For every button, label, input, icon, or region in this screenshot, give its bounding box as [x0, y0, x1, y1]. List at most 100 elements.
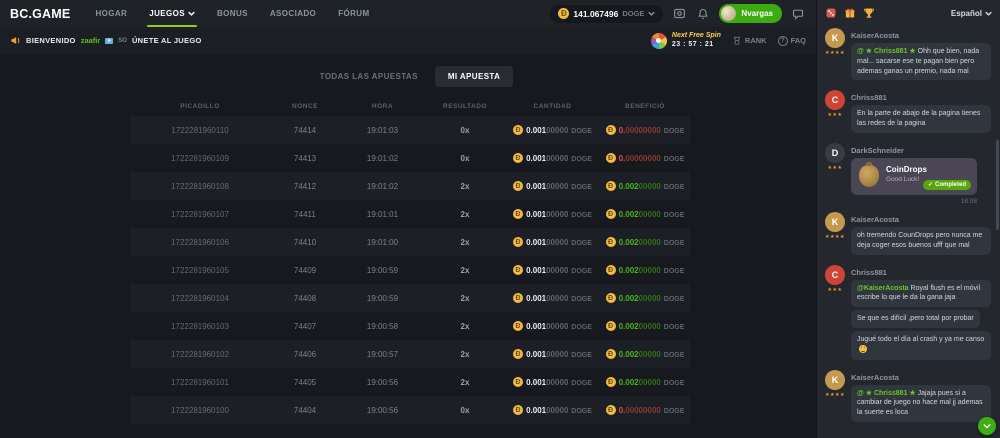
avatar[interactable]: K [825, 28, 845, 48]
avatar[interactable]: C [825, 265, 845, 285]
doge-coin-icon [513, 349, 523, 359]
avatar[interactable]: D [825, 143, 845, 163]
bet-nonce: 74404 [270, 406, 340, 415]
balance-selector[interactable]: 141.067496 DOGE [550, 5, 663, 23]
table-row[interactable]: 1722281960103 74407 19:00:58 2x 0.001000… [130, 312, 690, 340]
gift-button[interactable] [844, 7, 856, 19]
bet-hash: 1722281960106 [130, 238, 270, 247]
bet-result: 2x [425, 238, 505, 247]
dice-button[interactable] [825, 7, 837, 19]
bet-result: 2x [425, 182, 505, 191]
doge-coin-icon [513, 265, 523, 275]
avatar-column: C ★★★ [825, 90, 845, 136]
nav-item-label: ASOCIADO [270, 9, 316, 18]
table-row[interactable]: 1722281960102 74406 19:00:57 2x 0.001000… [130, 340, 690, 368]
doge-coin-icon [513, 293, 523, 303]
bet-result: 0x [425, 154, 505, 163]
bet-amount: 0.00100000 DOGE [505, 349, 600, 359]
mention[interactable]: @ ★ Chriss881 ★ [857, 48, 918, 55]
table-row[interactable]: 1722281960101 74405 19:00:56 2x 0.001000… [130, 368, 690, 396]
table-row[interactable]: 1722281960104 74408 19:00:59 2x 0.001000… [130, 284, 690, 312]
tab-label: TODAS LAS APUESTAS [320, 72, 418, 81]
table-row[interactable]: 1722281960105 74409 19:00:59 2x 0.001000… [130, 256, 690, 284]
nav-item-asociado[interactable]: ASOCIADO [259, 0, 327, 27]
table-row[interactable]: 1722281960106 74410 19:01:00 2x 0.001000… [130, 228, 690, 256]
mention[interactable]: @ ★ Chriss881 ★ [857, 390, 918, 397]
scroll-to-bottom-button[interactable] [978, 417, 996, 435]
bet-amount: 0.00100000 DOGE [505, 265, 600, 275]
user-stars: ★★★★ [825, 392, 845, 398]
message-timestamp: 18:08 [851, 198, 977, 205]
doge-coin-icon [513, 125, 523, 135]
chat-username[interactable]: Chriss881 [851, 268, 992, 277]
faq-button[interactable]: FAQ [778, 36, 806, 46]
logo[interactable]: BC.GAME [10, 7, 70, 21]
chat-bubble: En la parte de abajo de la pagina tienes… [851, 105, 991, 133]
bet-nonce: 74414 [270, 126, 340, 135]
avatar-column: K ★★★★ [825, 212, 845, 258]
bet-benefit: 0.00000000 DOGE [600, 125, 690, 135]
table-row[interactable]: 1722281960100 74404 19:00:56 0x 0.001000… [130, 396, 690, 424]
bet-time: 19:00:58 [340, 322, 425, 331]
chat-scrollbar[interactable] [996, 140, 999, 230]
table-row[interactable]: 1722281960108 74412 19:01:02 2x 0.001000… [130, 172, 690, 200]
bet-benefit: 0.00200000 DOGE [600, 209, 690, 219]
nav-item-bonus[interactable]: BONUS [206, 0, 259, 27]
tab-label: MI APUESTA [448, 72, 500, 81]
doge-coin-icon [513, 209, 523, 219]
bet-result: 0x [425, 406, 505, 415]
coindrops-subtitle: Good Luck! [886, 176, 927, 183]
notifications-button[interactable] [695, 6, 711, 22]
chat-username[interactable]: DarkSchneider [851, 146, 992, 155]
welcome-message[interactable]: BIENVENIDO zaafir SO ÚNETE AL JUEGO [10, 35, 202, 46]
column-header: NONCE [270, 103, 340, 110]
nav-item-juegos[interactable]: JUEGOS [138, 0, 206, 27]
welcomed-username: zaafir [81, 36, 101, 45]
bet-benefit: 0.00200000 DOGE [600, 237, 690, 247]
tab-mi-apuesta[interactable]: MI APUESTA [435, 66, 513, 87]
bet-result: 2x [425, 294, 505, 303]
user-menu-button[interactable]: Nvargas [719, 4, 782, 23]
table-row[interactable]: 1722281960109 74413 19:01:02 0x 0.001000… [130, 144, 690, 172]
chat-username[interactable]: KaiserAcosta [851, 373, 992, 382]
coindrops-info: CoinDrops Good Luck! [886, 165, 927, 183]
chat-toggle-button[interactable] [790, 6, 806, 22]
coindrops-title: CoinDrops [886, 165, 927, 174]
mention[interactable]: @KaiserAcosta [857, 285, 911, 292]
bet-hash: 1722281960101 [130, 378, 270, 387]
gift-icon [844, 7, 856, 19]
rank-button[interactable]: RANK [732, 36, 767, 46]
bet-nonce: 74413 [270, 154, 340, 163]
language-selector[interactable]: Español [951, 9, 992, 18]
avatar[interactable]: K [825, 370, 845, 390]
chat-username[interactable]: Chriss881 [851, 93, 992, 102]
vault-button[interactable] [671, 6, 687, 22]
chat-bubble: @ ★ Chriss881 ★ Jajaja pues si a cambiar… [851, 385, 991, 422]
tab-todas-las-apuestas[interactable]: TODAS LAS APUESTAS [307, 66, 431, 87]
trophy-button[interactable] [863, 7, 875, 19]
trophy-icon [863, 7, 875, 19]
column-header: BENEFICIÓ [600, 103, 690, 110]
chat-username[interactable]: KaiserAcosta [851, 215, 992, 224]
table-row[interactable]: 1722281960110 74414 19:01:03 0x 0.001000… [130, 116, 690, 144]
free-spin-widget[interactable]: Next Free Spin 23 : 57 : 21 [651, 32, 721, 49]
bet-benefit: 0.00000000 DOGE [600, 153, 690, 163]
table-row[interactable]: 1722281960107 74411 19:01:01 2x 0.001000… [130, 200, 690, 228]
avatar[interactable]: K [825, 212, 845, 232]
table-rows: 1722281960110 74414 19:01:03 0x 0.001000… [130, 116, 690, 424]
chat-panel: Español K ★★★★ KaiserAcosta @ ★ Chriss88… [816, 0, 1000, 438]
bet-time: 19:00:59 [340, 266, 425, 275]
navbar-right: 141.067496 DOGE Nvargas [550, 4, 806, 23]
avatar[interactable]: C [825, 90, 845, 110]
nav-item-frum[interactable]: FÓRUM [327, 0, 380, 27]
chat-username[interactable]: KaiserAcosta [851, 31, 992, 40]
chat-message: K ★★★★ KaiserAcosta @ ★ Chriss881 ★ Ohh … [825, 28, 992, 83]
avatar-column: D ★★★ [825, 143, 845, 205]
nav-item-hogar[interactable]: HOGAR [84, 0, 138, 27]
chevron-down-icon [985, 11, 992, 16]
main-content: TODAS LAS APUESTAS MI APUESTA PICADILLON… [0, 54, 816, 438]
coindrops-card[interactable]: CoinDrops Good Luck! Completed [851, 158, 977, 195]
bet-benefit: 0.00200000 DOGE [600, 321, 690, 331]
chat-bubble-icon [792, 8, 804, 20]
check-icon [928, 181, 933, 188]
